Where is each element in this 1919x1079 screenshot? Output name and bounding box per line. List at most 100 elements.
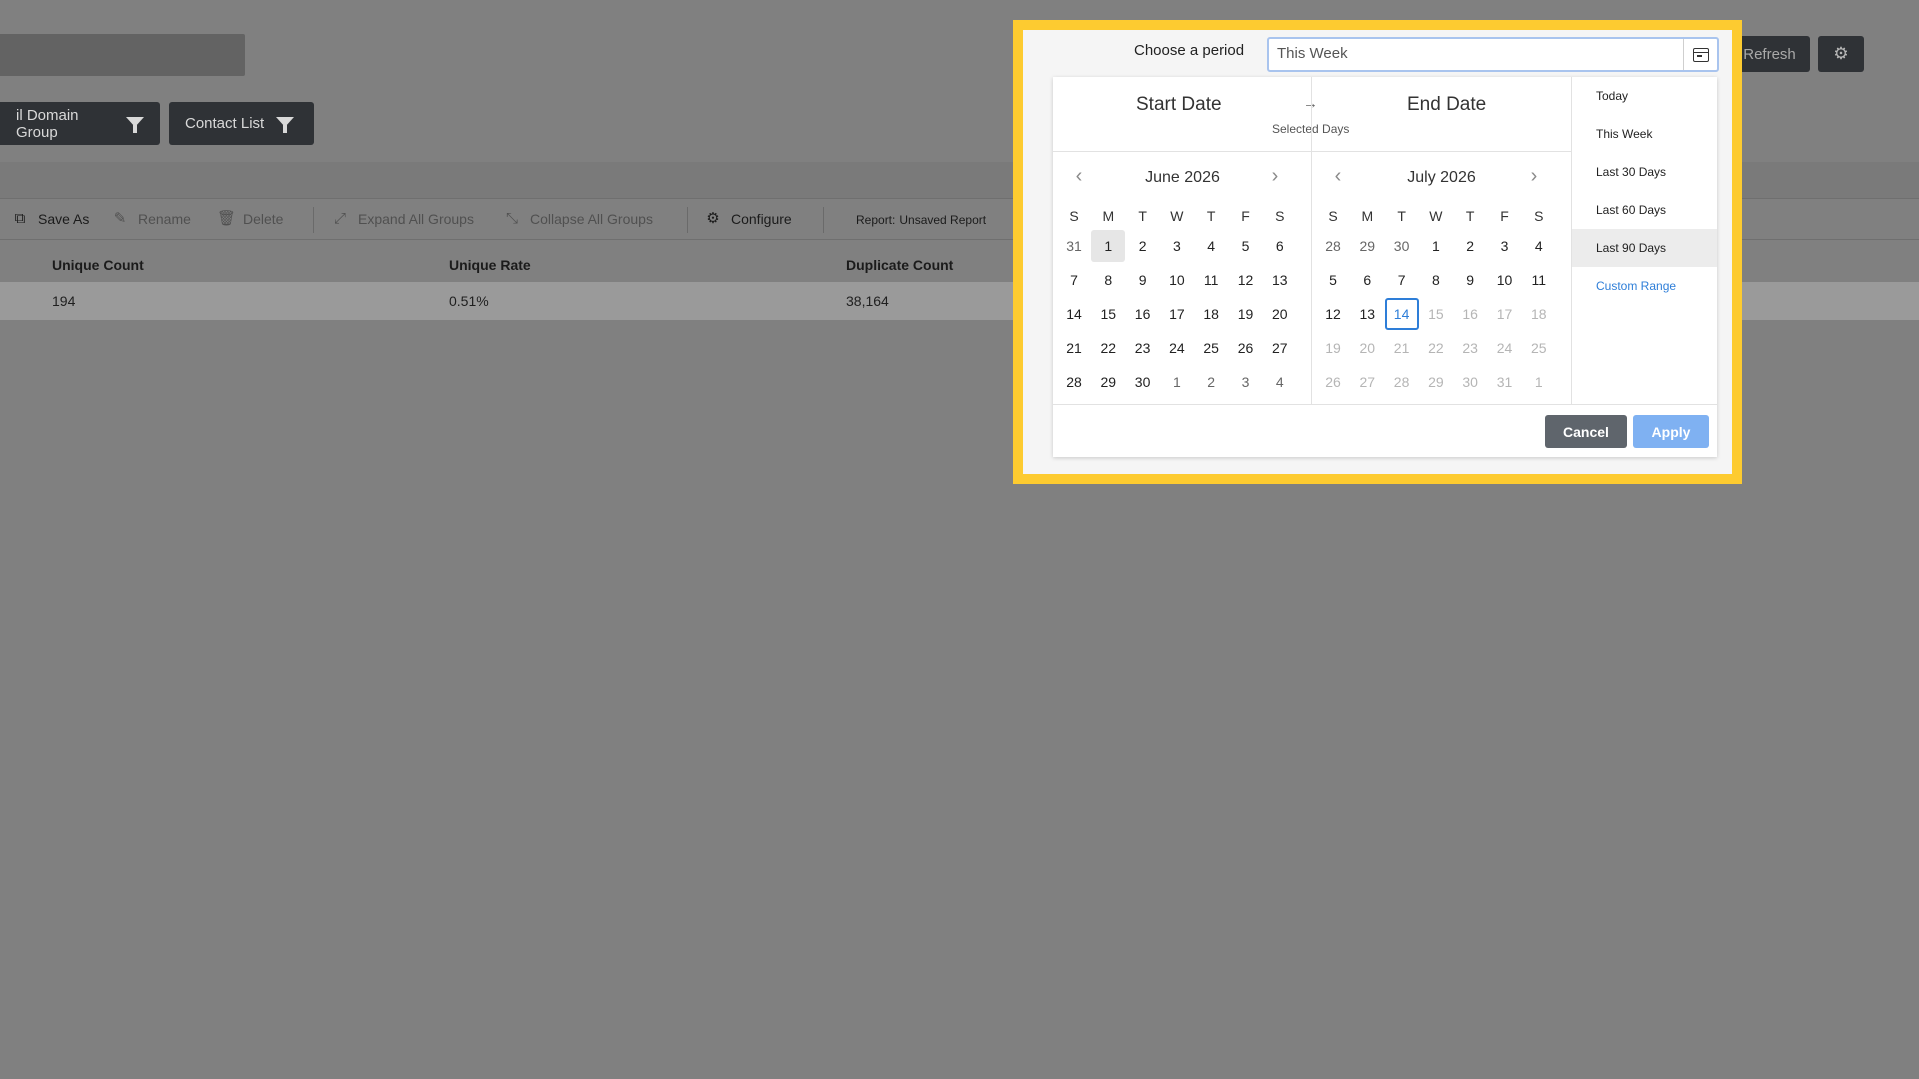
search-bar[interactable] (0, 34, 245, 76)
calendar-day[interactable]: 21 (1057, 332, 1091, 364)
calendar-day[interactable]: 20 (1263, 298, 1297, 330)
expand-all-button[interactable]: ⤢ Expand All Groups (332, 211, 474, 228)
calendar-day[interactable]: 26 (1316, 366, 1350, 398)
column-header[interactable]: Duplicate Count (846, 257, 953, 273)
calendar-day[interactable]: 14 (1384, 298, 1419, 330)
calendar-day[interactable]: 17 (1488, 298, 1522, 330)
calendar-day[interactable]: 2 (1453, 230, 1487, 262)
toolbar-divider (823, 207, 824, 233)
collapse-all-button[interactable]: ⤡ Collapse All Groups (504, 211, 653, 228)
calendar-toggle-button[interactable] (1683, 39, 1717, 70)
apply-button[interactable]: Apply (1633, 415, 1709, 448)
settings-button[interactable]: ⚙ (1818, 36, 1864, 72)
configure-button[interactable]: ⚙ Configure (705, 211, 791, 228)
calendar-day[interactable]: 25 (1522, 332, 1556, 364)
calendar-day[interactable]: 30 (1453, 366, 1487, 398)
preset-last-60-days[interactable]: Last 60 Days (1572, 191, 1717, 229)
contact-list-filter-button[interactable]: Contact List (169, 102, 314, 145)
calendar-day[interactable]: 6 (1350, 264, 1384, 296)
calendar-day[interactable]: 6 (1263, 230, 1297, 262)
table-cell: 38,164 (846, 293, 889, 309)
calendar-day[interactable]: 24 (1160, 332, 1194, 364)
next-month-icon[interactable]: › (1524, 165, 1544, 188)
calendar-day[interactable]: 8 (1419, 264, 1453, 296)
calendar-day[interactable]: 27 (1350, 366, 1384, 398)
calendar-day[interactable]: 29 (1419, 366, 1453, 398)
calendar-day[interactable]: 23 (1126, 332, 1160, 364)
column-header[interactable]: Unique Count (52, 257, 144, 273)
preset-custom-range[interactable]: Custom Range (1572, 267, 1717, 305)
calendar-day[interactable]: 10 (1160, 264, 1194, 296)
calendar-day[interactable]: 29 (1091, 366, 1125, 398)
calendar-day[interactable]: 1 (1160, 366, 1194, 398)
calendar-day[interactable]: 29 (1350, 230, 1384, 262)
save-as-button[interactable]: ⧉ Save As (12, 211, 90, 228)
calendar-day[interactable]: 1 (1419, 230, 1453, 262)
column-header[interactable]: Unique Rate (449, 257, 531, 273)
preset-this-week[interactable]: This Week (1572, 115, 1717, 153)
calendar-day[interactable]: 17 (1160, 298, 1194, 330)
calendar-day[interactable]: 3 (1488, 230, 1522, 262)
calendar-day[interactable]: 9 (1126, 264, 1160, 296)
calendar-day[interactable]: 13 (1350, 298, 1384, 330)
calendar-day[interactable]: 31 (1057, 230, 1091, 262)
calendar-day[interactable]: 24 (1488, 332, 1522, 364)
calendar-day[interactable]: 8 (1091, 264, 1125, 296)
calendar-day[interactable]: 23 (1453, 332, 1487, 364)
calendar-day[interactable]: 1 (1091, 230, 1126, 262)
calendar-day[interactable]: 26 (1229, 332, 1263, 364)
calendar-day[interactable]: 10 (1488, 264, 1522, 296)
calendar-day[interactable]: 12 (1229, 264, 1263, 296)
calendar-day[interactable]: 3 (1229, 366, 1263, 398)
calendar-day[interactable]: 19 (1316, 332, 1350, 364)
calendar-day[interactable]: 22 (1091, 332, 1125, 364)
period-input[interactable] (1277, 45, 1677, 62)
calendar-day[interactable]: 5 (1229, 230, 1263, 262)
preset-today[interactable]: Today (1572, 77, 1717, 115)
cancel-button[interactable]: Cancel (1545, 415, 1627, 448)
calendar-day[interactable]: 4 (1522, 230, 1556, 262)
calendar-day[interactable]: 12 (1316, 298, 1350, 330)
calendar-day[interactable]: 16 (1126, 298, 1160, 330)
calendar-day[interactable]: 9 (1453, 264, 1487, 296)
preset-last-90-days[interactable]: Last 90 Days (1572, 229, 1717, 267)
calendar-day[interactable]: 14 (1057, 298, 1091, 330)
calendar-day[interactable]: 7 (1385, 264, 1419, 296)
calendar-day[interactable]: 19 (1229, 298, 1263, 330)
calendar-day[interactable]: 15 (1091, 298, 1125, 330)
calendar-day[interactable]: 5 (1316, 264, 1350, 296)
delete-button[interactable]: 🗑 Delete (217, 211, 283, 228)
calendar-day[interactable]: 30 (1385, 230, 1419, 262)
domain-group-filter-button[interactable]: il Domain Group (0, 102, 160, 145)
calendar-day[interactable]: 30 (1126, 366, 1160, 398)
calendar-day[interactable]: 22 (1419, 332, 1453, 364)
calendar-day[interactable]: 2 (1194, 366, 1228, 398)
calendar-day[interactable]: 13 (1263, 264, 1297, 296)
calendar-day[interactable]: 28 (1385, 366, 1419, 398)
calendar-day[interactable]: 15 (1419, 298, 1453, 330)
calendar-day[interactable]: 7 (1057, 264, 1091, 296)
calendar-day[interactable]: 27 (1263, 332, 1297, 364)
rename-button[interactable]: ✎ Rename (112, 211, 191, 228)
preset-last-30-days[interactable]: Last 30 Days (1572, 153, 1717, 191)
expand-all-label: Expand All Groups (358, 211, 474, 227)
calendar-day[interactable]: 4 (1194, 230, 1228, 262)
calendar-day[interactable]: 28 (1316, 230, 1350, 262)
calendar-icon (1692, 47, 1709, 62)
period-field[interactable] (1267, 37, 1719, 72)
calendar-day[interactable]: 20 (1350, 332, 1384, 364)
next-month-icon[interactable]: › (1265, 165, 1285, 188)
calendar-day[interactable]: 18 (1522, 298, 1556, 330)
calendar-day[interactable]: 25 (1194, 332, 1228, 364)
calendar-day[interactable]: 2 (1126, 230, 1160, 262)
calendar-day[interactable]: 21 (1385, 332, 1419, 364)
calendar-day[interactable]: 11 (1194, 264, 1228, 296)
calendar-day[interactable]: 28 (1057, 366, 1091, 398)
calendar-day[interactable]: 18 (1194, 298, 1228, 330)
calendar-day[interactable]: 1 (1522, 366, 1556, 398)
calendar-day[interactable]: 11 (1522, 264, 1556, 296)
calendar-day[interactable]: 31 (1488, 366, 1522, 398)
calendar-day[interactable]: 4 (1263, 366, 1297, 398)
calendar-day[interactable]: 3 (1160, 230, 1194, 262)
calendar-day[interactable]: 16 (1453, 298, 1487, 330)
